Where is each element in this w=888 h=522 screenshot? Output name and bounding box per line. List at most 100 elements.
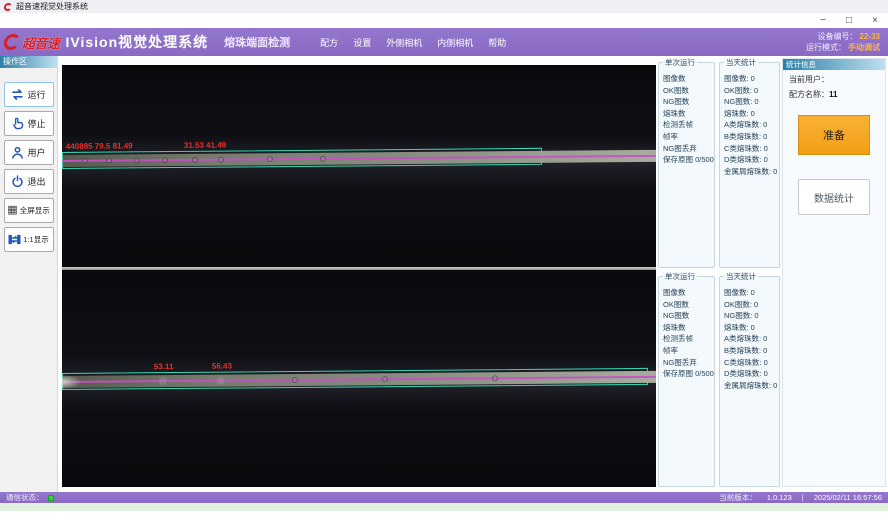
- stat-value: C类熔珠数: 0: [724, 143, 776, 155]
- status-bar: 通信状态： 当前版本： 1.0.123 | 2025/02/11 16:57:5…: [0, 492, 888, 503]
- run-icon: [11, 88, 24, 101]
- bead-mark: [159, 377, 167, 385]
- stop-button-label: 停止: [27, 117, 45, 130]
- stat-value: D类熔珠数: 0: [724, 154, 776, 166]
- stat-label: 熔珠数: [663, 108, 711, 120]
- daily-stats-groupbox: 当天统计 图像数: 0OK图数: 0NG图数: 0熔珠数: 0A类熔珠数: 0B…: [719, 62, 780, 268]
- stat-label: 帧率: [663, 345, 711, 357]
- daily-stats-items: 图像数: 0OK图数: 0NG图数: 0熔珠数: 0A类熔珠数: 0B类熔珠数:…: [720, 277, 779, 391]
- stat-value: 金属屑熔珠数: 0: [724, 166, 776, 178]
- stat-label: NG图数: [663, 96, 711, 108]
- device-info: 设备编号：22-33 运行模式：手动调试: [806, 31, 888, 53]
- stat-value: OK图数: 0: [724, 299, 776, 311]
- restore-icon[interactable]: □: [836, 14, 862, 28]
- stat-label: 帧率: [663, 131, 711, 143]
- version-label: 当前版本：: [719, 492, 757, 503]
- stat-label: 图像数: [663, 287, 711, 299]
- stats-panel-bottom: 单次运行 图像数OK图数NG图数熔珠数检测丢帧帧率NG图丢弃保存原图 0/500…: [658, 272, 780, 487]
- fullscreen-grid-icon: ▦: [7, 205, 17, 216]
- stat-label: NG图丢弃: [663, 143, 711, 155]
- menu-item[interactable]: 外侧相机: [386, 36, 422, 49]
- user-button-label: 用户: [27, 146, 45, 159]
- user-button[interactable]: 用户: [4, 140, 54, 165]
- stat-value: A类熔珠数: 0: [724, 333, 776, 345]
- window-controls: − □ ×: [0, 13, 888, 28]
- bead-mark: [134, 157, 140, 163]
- run-button[interactable]: 运行: [4, 82, 54, 107]
- comm-status-label: 通信状态：: [6, 492, 44, 503]
- daily-stats-groupbox: 当天统计 图像数: 0OK图数: 0NG图数: 0熔珠数: 0A类熔珠数: 0B…: [719, 276, 780, 487]
- bead-mark: [292, 377, 298, 383]
- current-user-row: 当前用户：: [783, 70, 885, 85]
- app-window: 超音速视觉处理系统 − □ × 超音速 IVision视觉处理系统 熔珠端面检测…: [0, 0, 888, 522]
- stat-value: 金属屑熔珠数: 0: [724, 380, 776, 392]
- fullscreen-button-label: 全屏显示: [20, 205, 50, 216]
- info-panel-title: 统计信息: [783, 59, 885, 70]
- data-statistics-button[interactable]: 数据统计: [798, 179, 870, 215]
- measurement-annotation: 56.43: [212, 362, 232, 371]
- close-icon[interactable]: ×: [862, 14, 888, 28]
- bead-mark: [82, 158, 88, 164]
- stat-value: A类熔珠数: 0: [724, 119, 776, 131]
- stat-value: 熔珠数: 0: [724, 108, 776, 120]
- groupbox-title: 单次运行: [663, 58, 697, 67]
- single-run-groupbox: 单次运行 图像数OK图数NG图数熔珠数检测丢帧帧率NG图丢弃保存原图 0/500: [658, 276, 715, 487]
- stat-label: 图像数: [663, 73, 711, 85]
- bead-mark: [162, 157, 168, 163]
- stat-label: 保存原图 0/500: [663, 368, 711, 380]
- groupbox-title: 单次运行: [663, 272, 697, 281]
- exit-button[interactable]: 退出: [4, 169, 54, 194]
- run-button-label: 运行: [27, 88, 45, 101]
- stats-panel-top: 单次运行 图像数OK图数NG图数熔珠数检测丢帧帧率NG图丢弃保存原图 0/500…: [658, 58, 780, 268]
- stat-value: B类熔珠数: 0: [724, 345, 776, 357]
- stat-value: OK图数: 0: [724, 85, 776, 97]
- comm-status-indicator-icon: [48, 495, 54, 501]
- camera-viewport-bottom: 53.11 56.43: [62, 270, 656, 487]
- measurement-annotation: 53.11: [154, 362, 174, 371]
- window-titlebar: 超音速视觉处理系统: [0, 0, 888, 13]
- menu-item[interactable]: 配方: [320, 36, 338, 49]
- minimize-icon[interactable]: −: [810, 14, 836, 28]
- run-mode-value: 手动调试: [848, 43, 880, 52]
- app-logo-icon: [3, 3, 12, 11]
- device-number-row: 设备编号：22-33: [806, 31, 880, 42]
- stat-label: 检测丢帧: [663, 119, 711, 131]
- stat-label: NG图丢弃: [663, 357, 711, 369]
- groupbox-title: 当天统计: [724, 58, 758, 67]
- brand-logo-icon: [3, 34, 22, 50]
- power-icon: [11, 175, 24, 188]
- menu-item[interactable]: 内侧相机: [437, 36, 473, 49]
- bead-mark: [492, 375, 498, 381]
- sidebar-buttons: 运行 停止 用户: [0, 82, 57, 252]
- exit-button-label: 退出: [27, 175, 45, 188]
- run-mode-row: 运行模式：手动调试: [806, 42, 880, 53]
- stop-button[interactable]: 停止: [4, 111, 54, 136]
- stat-value: 图像数: 0: [724, 73, 776, 85]
- bright-spot: [62, 375, 80, 389]
- menu-item[interactable]: 设置: [353, 36, 371, 49]
- bead-mark: [267, 156, 273, 162]
- stat-label: OK图数: [663, 85, 711, 97]
- bead-mark: [217, 377, 225, 385]
- version-value: 1.0.123: [767, 493, 792, 502]
- stop-hand-icon: [11, 117, 24, 130]
- bead-mark: [218, 157, 224, 163]
- bead-mark: [106, 158, 112, 164]
- stat-label: NG图数: [663, 310, 711, 322]
- datetime-value: 2025/02/11 16:57:56: [814, 493, 882, 502]
- version-info: 当前版本： 1.0.123 | 2025/02/11 16:57:56: [719, 492, 882, 503]
- stat-label: 保存原图 0/500: [663, 154, 711, 166]
- current-user-label: 当前用户：: [789, 75, 829, 84]
- fullscreen-button[interactable]: ▦ 全屏显示: [4, 198, 54, 223]
- stat-label: 检测丢帧: [663, 333, 711, 345]
- bead-mark: [382, 376, 388, 382]
- recipe-name-label: 配方名称：: [789, 90, 829, 99]
- stat-value: C类熔珠数: 0: [724, 357, 776, 369]
- stat-value: 熔珠数: 0: [724, 322, 776, 334]
- recipe-name-value: 11: [829, 90, 837, 99]
- camera-viewport-top: 440885 79.5 81.49 31.53 41.49: [62, 65, 656, 267]
- menu-item[interactable]: 帮助: [488, 36, 506, 49]
- comm-status: 通信状态：: [6, 492, 54, 503]
- prepare-button[interactable]: 准备: [798, 115, 870, 155]
- one-to-one-button[interactable]: 1:1显示: [4, 227, 54, 252]
